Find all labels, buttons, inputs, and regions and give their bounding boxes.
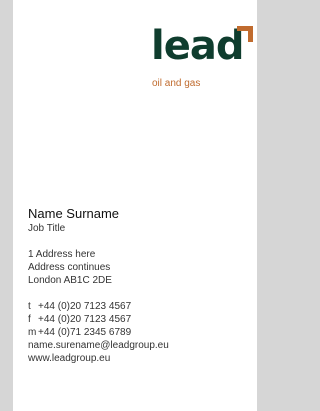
telephone-number: +44 (0)20 7123 4567	[38, 301, 132, 312]
mobile-label: m	[28, 327, 37, 338]
company-logo: lead oil and gas	[151, 26, 257, 96]
mobile-row: m +44 (0)71 2345 6789	[28, 326, 169, 339]
fax-label: f	[28, 314, 31, 325]
business-card: lead oil and gas Name Surname Job Title …	[13, 0, 257, 411]
person-name: Name Surname	[28, 206, 120, 221]
address-line-2: Address continues	[28, 262, 111, 273]
corner-bracket-icon	[237, 26, 253, 42]
address-line-1: 1 Address here	[28, 249, 96, 260]
email-address: name.surename@leadgroup.eu	[28, 340, 169, 351]
fax-number: +44 (0)20 7123 4567	[38, 314, 132, 325]
job-title: Job Title	[28, 223, 66, 234]
telephone-label: t	[28, 301, 31, 312]
logo-wordmark: lead	[151, 23, 244, 69]
contact-block: Name Surname Job Title 1 Address here Ad…	[28, 206, 169, 365]
mobile-number: +44 (0)71 2345 6789	[38, 327, 132, 338]
fax-row: f +44 (0)20 7123 4567	[28, 313, 169, 326]
address-line-3: London AB1C 2DE	[28, 275, 112, 286]
website-url: www.leadgroup.eu	[28, 353, 111, 364]
telephone-row: t +44 (0)20 7123 4567	[28, 300, 169, 313]
logo-tagline: oil and gas	[152, 78, 201, 89]
